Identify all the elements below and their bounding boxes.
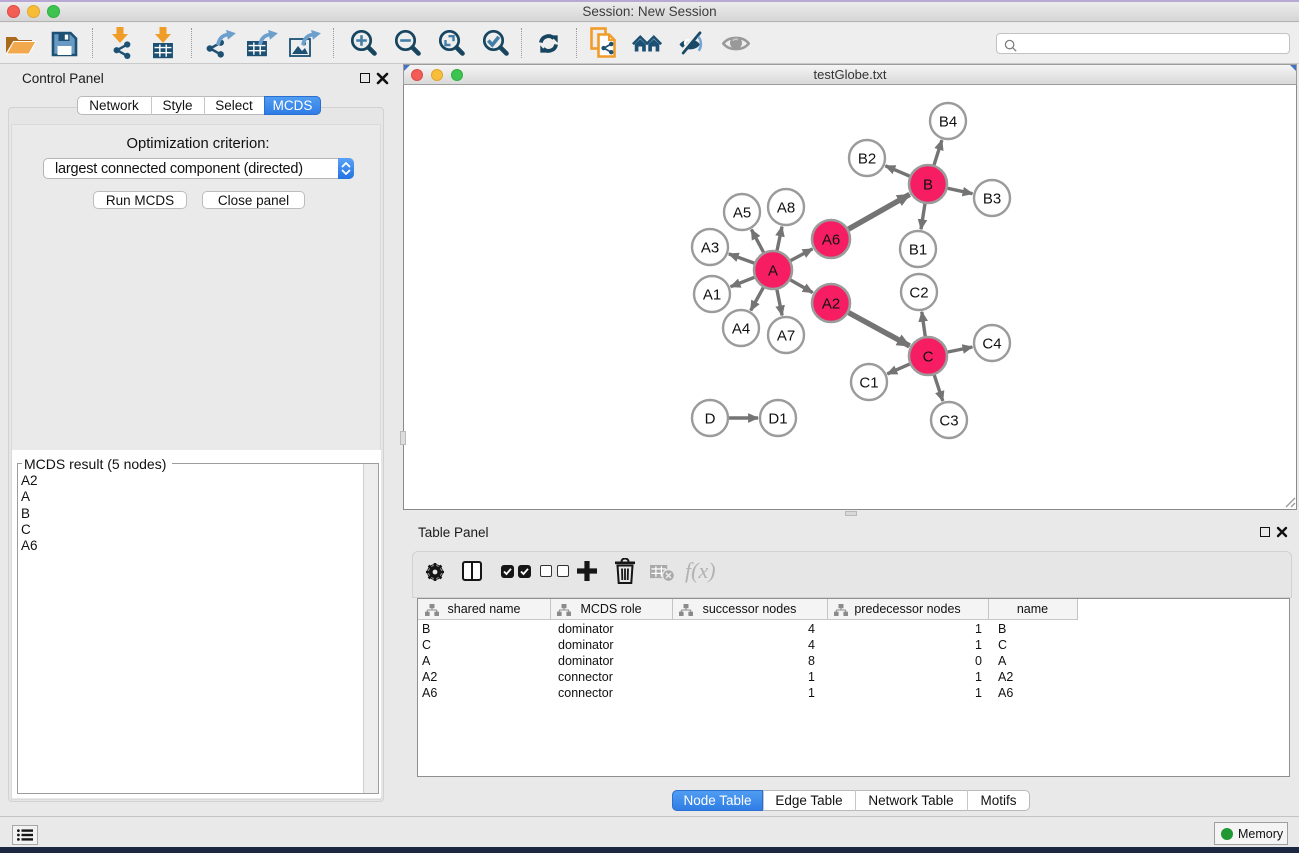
svg-text:A6: A6: [822, 232, 840, 249]
svg-text:D: D: [705, 411, 716, 428]
svg-text:C1: C1: [859, 375, 878, 392]
svg-text:A1: A1: [703, 287, 721, 304]
svg-text:A: A: [768, 263, 778, 280]
svg-text:A2: A2: [822, 296, 840, 313]
svg-text:C3: C3: [939, 413, 958, 430]
svg-text:C2: C2: [909, 285, 928, 302]
svg-text:A4: A4: [732, 321, 750, 338]
svg-text:C: C: [923, 349, 934, 366]
svg-text:B4: B4: [939, 114, 957, 131]
svg-text:A7: A7: [777, 328, 795, 345]
svg-text:A3: A3: [701, 240, 719, 257]
svg-text:B2: B2: [858, 151, 876, 168]
svg-text:C4: C4: [982, 336, 1001, 353]
svg-text:B1: B1: [909, 242, 927, 259]
svg-text:D1: D1: [768, 411, 787, 428]
svg-text:A8: A8: [777, 200, 795, 217]
svg-text:B: B: [923, 177, 933, 194]
svg-text:A5: A5: [733, 205, 751, 222]
svg-text:B3: B3: [983, 191, 1001, 208]
